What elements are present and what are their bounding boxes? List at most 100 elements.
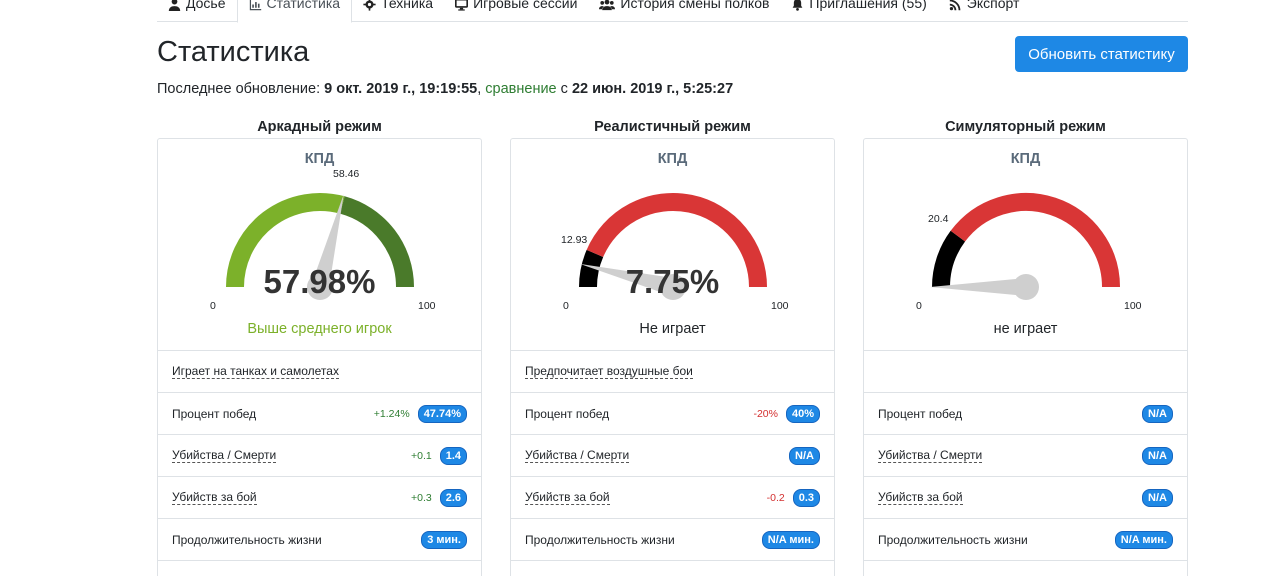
stat-label: Продолжительность жизни [525, 532, 675, 547]
efficiency-gauge [226, 193, 414, 300]
stat-label[interactable]: Убийств за бой [878, 490, 963, 505]
tab-statistics[interactable]: Статистика [236, 0, 353, 23]
compare-link[interactable]: сравнение [485, 81, 556, 97]
tab-label: Игровые сессии [473, 0, 578, 11]
user-icon [168, 0, 181, 11]
compare-date: 22 июн. 2019 г., 5:25:27 [571, 81, 734, 97]
rss-icon [949, 0, 962, 11]
last-update-line: Последнее обновление: 9 окт. 2019 г., 19… [157, 81, 733, 97]
tab-vehicles[interactable]: Техника [352, 0, 444, 22]
gauge-arc-rest [950, 193, 1120, 288]
gauge-min-label: 0 [210, 300, 216, 312]
stat-label[interactable]: Убийства / Смерти [525, 448, 630, 463]
stat-value-badge: N/A [1142, 404, 1173, 423]
mode-title: Симуляторный режим [945, 119, 1106, 135]
page-title: Статистика [157, 36, 310, 68]
update-date: 9 окт. 2019 г., 19:19:55 [324, 81, 478, 97]
stat-delta: -0.2 [766, 491, 785, 504]
mode-card: КПД 0 100 58.46 57.98% Выше среднего игр… [157, 138, 482, 576]
gauge-area: КПД 0 100 12.93 7.75% Не играет [511, 139, 834, 351]
stat-label: Продолжительность жизни [172, 532, 322, 547]
stat-value-badge: 2.6 [439, 488, 467, 507]
gauge-value: 7.75% [625, 263, 720, 300]
users-icon [599, 0, 616, 11]
bell-icon [791, 0, 804, 11]
stat-row-winrate: Процент побед -20% 40% [511, 393, 834, 435]
gauge-area: КПД 0 100 20.4 не играет [864, 139, 1187, 351]
stat-delta: +1.24% [373, 407, 410, 420]
player-status: Не играет [639, 321, 706, 337]
mode-card: КПД 0 100 20.4 не играет Процент побед N… [863, 138, 1188, 576]
gauge-arc-filled [932, 230, 966, 288]
preference-row: Играет на танках и самолетах [158, 351, 481, 393]
gauge-marker-label: 20.4 [928, 213, 949, 225]
tab-label: Приглашения (55) [809, 0, 927, 11]
update-prefix: Последнее обновление: [157, 81, 325, 97]
stat-value-badge: 0.3 [792, 488, 820, 507]
stat-label: Процент побед [878, 406, 963, 421]
stat-row-winrate: Процент побед N/A [864, 393, 1187, 435]
gauge-marker-label: 58.46 [333, 168, 360, 180]
tab-label: Техника [381, 0, 434, 11]
gauge-needle-hub [1013, 274, 1039, 300]
tab-export[interactable]: Экспорт [938, 0, 1031, 22]
stat-row-kills-per-battle: Убийств за бой -0.2 0.3 [511, 477, 834, 519]
efficiency-gauge [930, 193, 1120, 300]
stat-label: Процент побед [525, 406, 610, 421]
tab-dossier[interactable]: Досье [157, 0, 237, 22]
stat-row-kd: Убийства / Смерти N/A [864, 435, 1187, 477]
stat-row-winrate: Процент побед +1.24% 47.74% [158, 393, 481, 435]
tab-invitations[interactable]: Приглашения (55) [780, 0, 937, 22]
gear-icon [363, 0, 376, 11]
stat-value-badge: 1.4 [439, 446, 467, 465]
mode-column-arcade: Аркадный режим КПД 0 100 58.46 57.98% Вы… [157, 118, 482, 576]
stat-row-kd: Убийства / Смерти N/A [511, 435, 834, 477]
gauge-marker-label: 12.93 [561, 234, 588, 246]
mode-column-simulator: Симуляторный режим КПД 0 100 20.4 не игр… [863, 118, 1188, 576]
stat-row-kills-per-battle: Убийств за бой +0.3 2.6 [158, 477, 481, 519]
nav-tabs: Досье Статистика Техника Игровые сессии … [157, 0, 1188, 23]
refresh-stats-button[interactable]: Обновить статистику [1015, 36, 1188, 72]
mode-title: Реалистичный режим [594, 119, 751, 135]
stat-row-lifespan: Продолжительность жизни N/A мин. [511, 519, 834, 561]
stat-value-badge: N/A мин. [1114, 530, 1173, 549]
stat-label: Продолжительность жизни [878, 532, 1028, 547]
stat-row-kills-per-battle: Убийств за бой N/A [864, 477, 1187, 519]
update-with: с [556, 81, 572, 97]
stat-value-badge: N/A [1142, 446, 1173, 465]
gauge-area: КПД 0 100 58.46 57.98% Выше среднего игр… [158, 139, 481, 351]
player-status: не играет [993, 321, 1058, 337]
stat-row-lifespan: Продолжительность жизни 3 мин. [158, 519, 481, 561]
tab-label: История смены полков [620, 0, 770, 11]
tab-sessions[interactable]: Игровые сессии [444, 0, 588, 22]
stat-delta: +0.1 [410, 449, 432, 462]
stat-delta: -20% [753, 407, 778, 420]
preference-label[interactable]: Играет на танках и самолетах [172, 364, 339, 379]
stat-label[interactable]: Убийств за бой [172, 490, 257, 505]
stat-label[interactable]: Убийств за бой [525, 490, 610, 505]
gauge-max-label: 100 [418, 300, 436, 312]
gauge-max-label: 100 [1124, 300, 1142, 312]
gauge-value: 57.98% [263, 263, 376, 300]
stat-label[interactable]: Убийства / Смерти [172, 448, 277, 463]
mode-title: Аркадный режим [257, 119, 382, 135]
stat-label[interactable]: Убийства / Смерти [878, 448, 983, 463]
player-status: Выше среднего игрок [247, 321, 392, 337]
monitor-icon [455, 0, 469, 11]
tab-regiment-history[interactable]: История смены полков [588, 0, 780, 22]
stat-value-badge: 40% [785, 404, 820, 423]
preference-row: Предпочитает воздушные бои [511, 351, 834, 393]
preference-row [864, 351, 1187, 393]
mode-column-realistic: Реалистичный режим КПД 0 100 12.93 7.75%… [510, 118, 835, 576]
tab-label: Экспорт [966, 0, 1020, 11]
stat-delta: +0.3 [410, 491, 432, 504]
stat-value-badge: N/A мин. [761, 530, 820, 549]
gauge-min-label: 0 [563, 300, 569, 312]
stat-value-badge: 47.74% [417, 404, 467, 423]
stat-row-kd: Убийства / Смерти +0.1 1.4 [158, 435, 481, 477]
preference-label[interactable]: Предпочитает воздушные бои [525, 364, 693, 379]
gauge-max-label: 100 [771, 300, 789, 312]
mode-card: КПД 0 100 12.93 7.75% Не играет Предпочи… [510, 138, 835, 576]
stat-value-badge: 3 мин. [421, 530, 467, 549]
stat-value-badge: N/A [789, 446, 820, 465]
